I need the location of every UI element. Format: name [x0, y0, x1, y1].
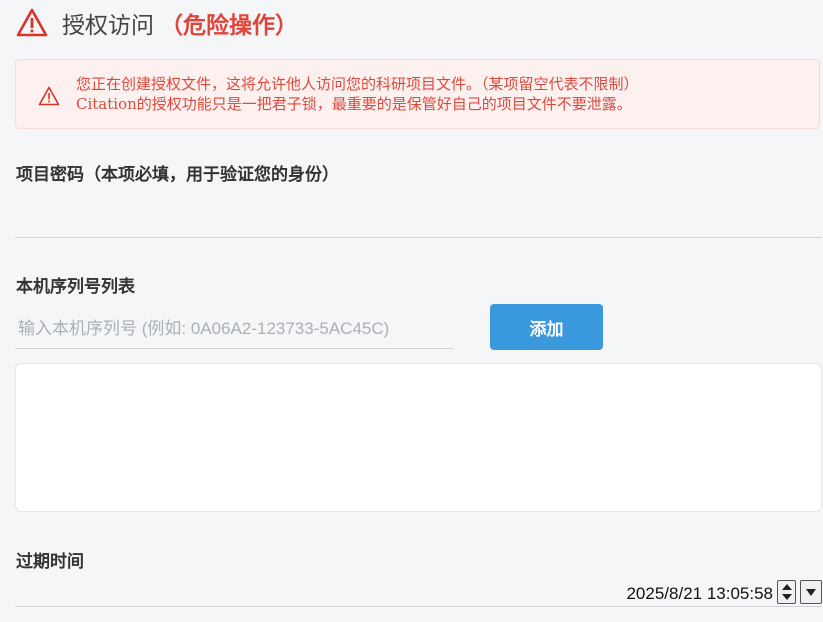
serial-list-label: 本机序列号列表 [16, 277, 135, 296]
password-field[interactable] [15, 200, 822, 238]
spin-up-icon[interactable] [782, 584, 792, 590]
alert-line: Citation的授权功能只是一把君子锁，最重要的是保管好自己的项目文件不要泄露… [76, 95, 632, 113]
serial-list[interactable] [15, 363, 822, 512]
warning-alert: 您正在创建授权文件，这将允许他人访问您的科研项目文件。（某项留空代表不限制） C… [15, 59, 820, 129]
calendar-dropdown-button[interactable] [800, 580, 822, 604]
alert-message: 您正在创建授权文件，这将允许他人访问您的科研项目文件。（某项留空代表不限制） C… [76, 74, 639, 114]
authorization-page: 授权访问 （危险操作） 您正在创建授权文件，这将允许他人访问您的科研项目文件。（… [0, 0, 823, 622]
alert-line: 您正在创建授权文件，这将允许他人访问您的科研项目文件。（某项留空代表不限制） [76, 75, 639, 93]
expiry-value[interactable]: 2025/8/21 13:05:58 [626, 584, 773, 604]
chevron-down-icon [806, 589, 816, 596]
page-title: 授权访问 [62, 12, 154, 38]
expiry-datetime-picker[interactable]: 2025/8/21 13:05:58 [15, 574, 822, 607]
warning-triangle-icon [16, 7, 48, 39]
danger-label: （危险操作） [160, 12, 298, 38]
spin-stepper[interactable] [777, 580, 796, 604]
page-header: 授权访问 （危险操作） [16, 6, 298, 40]
add-serial-button[interactable]: 添加 [490, 304, 603, 350]
expiry-label: 过期时间 [16, 552, 84, 571]
serial-input[interactable] [15, 310, 453, 349]
password-label: 项目密码（本项必填，用于验证您的身份） [16, 165, 339, 184]
warning-triangle-icon [38, 86, 60, 106]
spin-down-icon[interactable] [782, 594, 792, 600]
